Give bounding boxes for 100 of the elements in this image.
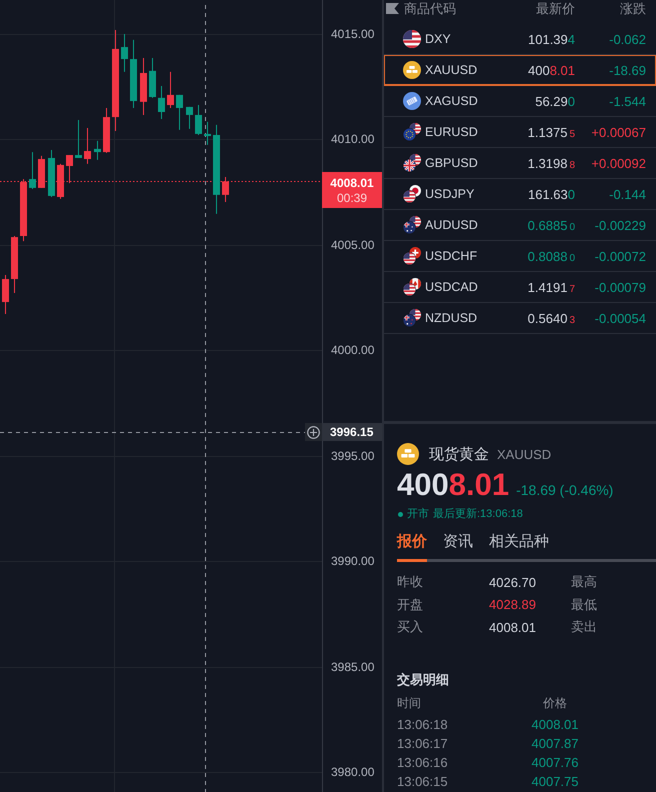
last-price: 0.5640 3 xyxy=(528,310,575,326)
watchlist-row[interactable]: NZDUSD 0.5640 3 -0.00054 xyxy=(384,303,656,334)
candle xyxy=(94,140,101,160)
candle xyxy=(57,163,64,200)
price-change: +0.00092 xyxy=(590,156,646,170)
ticker-symbol: NZDUSD xyxy=(425,311,478,325)
price-change: -0.00072 xyxy=(594,248,646,264)
candle xyxy=(140,58,147,116)
tab[interactable]: 相关品种 xyxy=(489,532,549,562)
price-axis-label: 4015.00 xyxy=(331,26,374,42)
watchlist-row[interactable]: USDCHF 0.8088 0 -0.00072 xyxy=(384,241,656,272)
candle xyxy=(176,94,183,130)
ticker-symbol: XAGUSD xyxy=(425,94,479,108)
price-axis-label: 4005.00 xyxy=(331,236,374,253)
column-header: 涨跌 xyxy=(619,0,646,18)
euro-us-flags-icon xyxy=(403,123,421,141)
ticker-symbol: USDCHF xyxy=(425,249,478,263)
countdown-timer: 00:39 xyxy=(336,190,368,206)
us-swiss-flags-icon xyxy=(403,247,421,265)
candle xyxy=(103,108,110,154)
trade-time: 13:06:18 xyxy=(397,716,448,734)
candle xyxy=(222,176,229,203)
stat-value: 4026.70 xyxy=(489,574,536,590)
ticker-symbol: USDJPY xyxy=(425,187,476,201)
price-axis-label: 3980.00 xyxy=(331,764,374,780)
candle xyxy=(75,120,82,158)
candle xyxy=(84,128,91,164)
candle xyxy=(38,155,45,188)
price-axis-label: 3985.00 xyxy=(331,658,374,675)
ticker-symbol: USDCAD xyxy=(425,280,479,294)
watchlist-row[interactable]: AUDUSD 0.6885 0 -0.00229 xyxy=(384,210,656,241)
stat-label: 买入 xyxy=(397,618,423,636)
candle xyxy=(158,86,165,120)
new-zealand-us-flags-icon xyxy=(403,309,421,327)
candle xyxy=(149,58,156,98)
tab[interactable]: 报价 xyxy=(397,532,427,562)
last-price: 4008.01 xyxy=(528,62,575,78)
ingots-icon xyxy=(397,443,419,465)
candle xyxy=(167,71,174,108)
crosshair-price-label: 3996.15 xyxy=(322,423,382,441)
tab[interactable]: 资讯 xyxy=(443,532,473,562)
stat-label: 卖出 xyxy=(571,618,597,636)
price-change: +0.00067 xyxy=(590,124,646,140)
watchlist-row[interactable]: USDCAD 1.4191 7 -0.00079 xyxy=(384,272,656,303)
plus-button[interactable] xyxy=(305,423,322,441)
watchlist-row[interactable]: EURUSD 1.1375 5 +0.00067 xyxy=(384,117,656,148)
trade-price: 4007.87 xyxy=(532,734,578,752)
last-price: 1.3198 8 xyxy=(528,156,575,170)
trade-price: 4007.75 xyxy=(532,772,578,790)
price-change: -0.00079 xyxy=(594,280,646,294)
price-axis-label: 3995.00 xyxy=(331,448,374,464)
stat-label: 开盘 xyxy=(397,596,423,614)
trade-time: 13:06:15 xyxy=(397,772,448,790)
instrument-symbol: XAUUSD xyxy=(497,446,552,462)
candle xyxy=(204,121,211,146)
candle xyxy=(195,104,202,136)
price-change: -0.062 xyxy=(608,32,646,46)
metal-bar-icon xyxy=(403,92,421,110)
watchlist-row[interactable]: USDJPY 161.630 -0.144 xyxy=(384,179,656,210)
last-price: 56.290 xyxy=(535,94,575,108)
trade-price: 4007.76 xyxy=(532,754,578,772)
price-change: -0.00054 xyxy=(594,310,646,326)
stat-value: 4028.89 xyxy=(489,597,536,612)
watchlist-row[interactable]: GBPUSD 1.3198 8 +0.00092 xyxy=(384,148,656,179)
ticker-symbol: XAUUSD xyxy=(425,63,478,77)
last-price: 1.4191 7 xyxy=(528,280,575,294)
candle xyxy=(121,33,128,72)
price-change: -0.00229 xyxy=(594,218,646,232)
trade-price: 4008.01 xyxy=(532,716,578,734)
australia-us-flags-icon xyxy=(403,216,421,234)
trade-time: 13:06:17 xyxy=(397,734,448,752)
ticker-symbol: AUDUSD xyxy=(425,218,479,232)
quote-change: -18.69 (-0.46%) xyxy=(516,482,614,498)
trade-time: 13:06:16 xyxy=(397,754,448,772)
price-change: -18.69 xyxy=(608,62,646,78)
column-header: 价格 xyxy=(543,694,567,712)
candle xyxy=(66,154,73,184)
us-flag-icon xyxy=(403,30,421,48)
candle xyxy=(130,39,137,108)
price-axis-label: 4000.00 xyxy=(331,342,374,358)
last-update-time: 最后更新:13:06:18 xyxy=(433,507,523,521)
last-price-label: 4008.01 xyxy=(330,174,374,190)
candle xyxy=(2,274,9,315)
column-header: 最新价 xyxy=(536,0,575,18)
quote-price: 4008.01 xyxy=(397,467,510,503)
candle xyxy=(11,236,18,294)
stat-value: 4008.01 xyxy=(489,620,536,635)
last-price: 0.6885 0 xyxy=(528,218,575,232)
candle xyxy=(20,178,27,242)
watchlist-row[interactable]: XAGUSD 56.290 -1.544 xyxy=(384,86,656,117)
watchlist-row[interactable]: XAUUSD 4008.01 -18.69 xyxy=(384,55,656,86)
price-axis-label: 4010.00 xyxy=(331,131,374,148)
last-price: 1.1375 5 xyxy=(528,124,575,140)
stat-label: 最高 xyxy=(571,573,597,592)
watchlist-row[interactable]: DXY 101.394 -0.062 xyxy=(384,24,656,55)
candle xyxy=(186,106,193,130)
last-price: 0.8088 0 xyxy=(528,248,575,264)
ticker-symbol: EURUSD xyxy=(425,125,479,139)
instrument-name: 现货黄金 xyxy=(429,444,489,464)
column-header: 时间 xyxy=(397,694,421,712)
